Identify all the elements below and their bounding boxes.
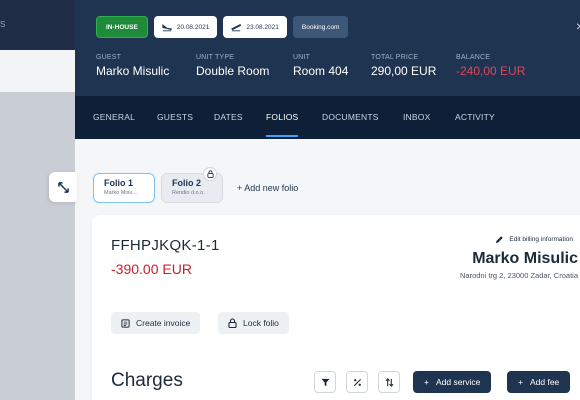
folio-card: FFHPJKQK-1-1 -390.00 EUR Edit billing in…	[92, 215, 580, 400]
tab-guests[interactable]: GUESTS	[157, 96, 193, 139]
tab-general[interactable]: GENERAL	[93, 96, 135, 139]
unit-label: UNIT	[293, 54, 311, 61]
departure-date: 23.08.2021	[246, 23, 279, 31]
add-service-button[interactable]: + Add service	[413, 371, 492, 393]
tab-documents[interactable]: DOCUMENTS	[322, 96, 379, 139]
customer-name: Marko Misulic	[472, 250, 578, 267]
total-price-label: TOTAL PRICE	[371, 54, 419, 61]
guest-info: GUEST Marko Misulic	[96, 54, 169, 78]
status-badge: IN-HOUSE	[96, 16, 148, 38]
arrival-date: 20.08.2021	[176, 23, 210, 31]
expand-icon	[57, 181, 69, 193]
background-row	[0, 50, 75, 92]
folio-balance: -390.00 EUR	[111, 261, 192, 277]
create-invoice-button[interactable]: Create invoice	[111, 312, 201, 334]
edit-billing-button[interactable]: Edit billing information	[495, 235, 573, 244]
add-fee-label: Add fee	[529, 377, 560, 387]
tab-folios[interactable]: FOLIOS	[266, 96, 299, 139]
balance-label: BALANCE	[456, 54, 491, 61]
guest-label: GUEST	[96, 54, 122, 61]
plane-takeoff-icon	[231, 23, 242, 31]
plus-icon: +	[237, 183, 243, 193]
header-badges: IN-HOUSE 20.08.2021 23.08.2021 Booking.c…	[96, 16, 349, 38]
balance-info: BALANCE -240,00 EUR	[456, 54, 525, 78]
folio-title: Folio 1	[104, 178, 133, 188]
percent-icon	[353, 378, 361, 386]
plus-icon: +	[518, 377, 523, 387]
edit-billing-label: Edit billing information	[509, 236, 573, 243]
tab-dates[interactable]: DATES	[214, 96, 243, 139]
add-service-label: Add service	[435, 377, 481, 387]
unit-info: UNIT Room 404	[293, 54, 348, 78]
lock-folio-button[interactable]: Lock folio	[218, 312, 289, 334]
folio-subtitle: Marko Misu...	[104, 190, 138, 196]
plane-landing-icon	[162, 23, 172, 31]
unit-type-value: Double Room	[196, 64, 270, 78]
arrival-badge: 20.08.2021	[153, 16, 218, 38]
lock-icon	[228, 318, 237, 328]
folio-subtitle: Rendio d.o.o.	[172, 190, 205, 196]
lock-icon	[203, 167, 217, 181]
plus-icon: +	[424, 377, 429, 387]
expand-panel-button[interactable]	[49, 172, 77, 202]
filter-button[interactable]	[314, 371, 336, 393]
invoice-icon	[121, 318, 130, 328]
background-header: S	[0, 0, 75, 50]
booking-source-badge: Booking.com	[292, 16, 349, 38]
discount-button[interactable]	[346, 371, 368, 393]
reservation-header: IN-HOUSE 20.08.2021 23.08.2021 Booking.c…	[75, 0, 580, 96]
close-icon[interactable]: ×	[576, 18, 580, 34]
departure-badge: 23.08.2021	[223, 16, 287, 38]
tab-inbox[interactable]: INBOX	[403, 96, 430, 139]
filter-icon	[320, 378, 330, 386]
folio-tab-1[interactable]: Folio 1 Marko Misu...	[93, 173, 155, 203]
reservation-tabs: GENERAL GUESTS DATES FOLIOS DOCUMENTS IN…	[75, 96, 580, 139]
sort-button[interactable]	[378, 371, 400, 393]
total-price-info: TOTAL PRICE 290,00 EUR	[371, 54, 436, 78]
total-price-value: 290,00 EUR	[371, 64, 437, 78]
reservation-panel: IN-HOUSE 20.08.2021 23.08.2021 Booking.c…	[75, 0, 580, 400]
unit-value: Room 404	[293, 64, 349, 78]
add-folio-label: Add new folio	[244, 183, 299, 193]
folio-tabs: Folio 1 Marko Misu... Folio 2 Rendio d.o…	[93, 167, 298, 203]
folio-tab-2[interactable]: Folio 2 Rendio d.o.o.	[161, 167, 223, 203]
folio-title: Folio 2	[172, 178, 201, 188]
add-folio-button[interactable]: + Add new folio	[237, 183, 298, 193]
tab-activity[interactable]: ACTIVITY	[455, 96, 495, 139]
customer-address: Narodni trg 2, 23000 Zadar, Croatia	[460, 271, 578, 280]
folio-number: FFHPJKQK-1-1	[111, 237, 220, 254]
unit-type-label: UNIT TYPE	[196, 54, 235, 61]
unit-type-info: UNIT TYPE Double Room	[196, 54, 269, 78]
guest-value: Marko Misulic	[96, 64, 170, 78]
pencil-icon	[496, 236, 504, 244]
status-text: IN-HOUSE	[106, 23, 138, 31]
sort-icon	[385, 377, 393, 387]
lock-folio-label: Lock folio	[243, 318, 279, 328]
create-invoice-label: Create invoice	[136, 318, 191, 328]
charges-title: Charges	[111, 370, 183, 391]
balance-value: -240,00 EUR	[456, 64, 526, 78]
booking-source: Booking.com	[301, 23, 340, 31]
background-label: S	[0, 20, 6, 29]
add-fee-button[interactable]: + Add fee	[507, 371, 571, 393]
